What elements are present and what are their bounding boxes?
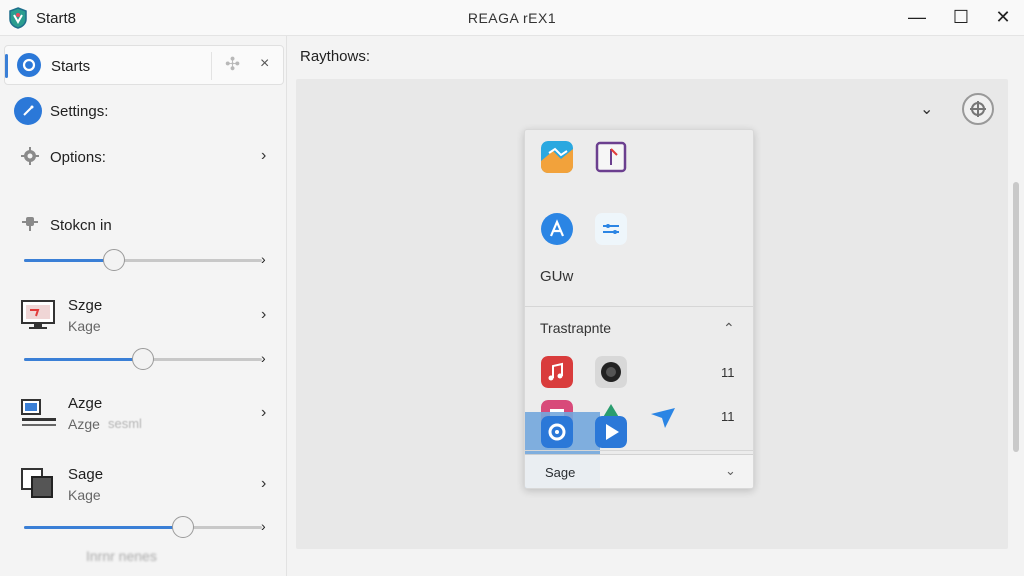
device-title: Azge	[68, 395, 103, 412]
music-app-icon[interactable]	[541, 356, 573, 388]
dropdown-label: Sage	[545, 465, 576, 480]
vertical-scrollbar[interactable]	[1013, 182, 1019, 452]
calendar-app-icon[interactable]	[595, 141, 627, 173]
device-subtitle: Azge	[68, 416, 100, 432]
slider-thumb[interactable]	[132, 348, 154, 370]
maximize-icon: ☐	[952, 6, 970, 27]
sidebar-item-settings[interactable]: Settings:	[0, 95, 287, 127]
play-app-icon[interactable]	[595, 416, 627, 448]
slider-2[interactable]	[24, 348, 262, 370]
chevron-right-icon: ›	[261, 306, 267, 323]
slider-arrow-icon: ›	[261, 518, 266, 534]
slider-3[interactable]	[24, 516, 262, 538]
slider-thumb[interactable]	[103, 249, 126, 271]
chevron-right-icon: ›	[261, 404, 267, 421]
options-label: Options:	[50, 149, 106, 166]
slider-arrow-icon: ›	[261, 251, 266, 267]
stokcn-label: Stokcn in	[50, 217, 112, 234]
app-popup-panel: GUw Trastrapnte ⌃ 11 11 Sage ⌄	[524, 129, 754, 489]
send-app-icon[interactable]	[647, 400, 679, 432]
settings-wand-icon	[14, 97, 42, 125]
crosshair-target-icon[interactable]	[962, 93, 994, 125]
maximize-button[interactable]: ☐	[940, 0, 982, 34]
monitor-keyboard-icon	[21, 399, 56, 426]
tab-divider	[211, 52, 212, 80]
monitor-alert-icon	[21, 300, 55, 329]
chevron-up-icon[interactable]: ⌃	[723, 320, 735, 337]
popup-section-title: Trastrapnte	[540, 320, 612, 336]
popup-divider	[525, 450, 753, 451]
device-subtitle: Kage	[68, 487, 101, 503]
device-subtitle: Kage	[68, 318, 101, 334]
window-stack-icon	[21, 468, 53, 498]
popup-group-label: GUw	[540, 268, 574, 285]
device-item-3[interactable]: Sage Kage ›	[0, 461, 287, 507]
device-title: Szge	[68, 297, 103, 314]
main-heading: Raythows:	[300, 48, 371, 65]
close-icon: ✕	[995, 6, 1011, 27]
slider-fill	[24, 358, 143, 361]
minimize-icon: —	[908, 6, 926, 27]
chevron-right-icon: ›	[261, 147, 267, 164]
user-circle-icon	[17, 53, 41, 77]
chevron-down-icon[interactable]: ⌄	[920, 99, 933, 119]
slider-thumb[interactable]	[172, 516, 195, 538]
slider-1[interactable]	[24, 249, 262, 271]
sidebar: Starts ✣ × Settings: Options: › Stokcn i…	[0, 36, 287, 576]
chevron-right-icon: ›	[261, 475, 267, 492]
camera-app-icon[interactable]	[595, 356, 627, 388]
sidebar-footer: Inrnr nenes	[86, 548, 157, 564]
close-button[interactable]: ✕	[982, 0, 1024, 34]
pin-icon[interactable]: ✣	[225, 54, 240, 75]
title-bar: Start8 REAGA rEX1 — ☐ ✕	[0, 0, 1024, 36]
tab-starts[interactable]: Starts ✣ ×	[4, 45, 284, 85]
minimize-button[interactable]: —	[896, 0, 938, 34]
window-center-title: REAGA rEX1	[467, 10, 557, 26]
popup-dropdown[interactable]: Sage ⌄	[525, 454, 753, 488]
device-item-2[interactable]: Azge Azge sesml ›	[0, 390, 287, 436]
slider-fill	[24, 259, 115, 262]
gear-icon	[21, 147, 39, 165]
maps-app-icon[interactable]	[541, 141, 573, 173]
plug-icon	[22, 217, 38, 231]
sidebar-item-stokcn[interactable]: Stokcn in	[0, 209, 287, 239]
app-store-icon[interactable]	[541, 213, 573, 245]
device-faded-text: sesml	[108, 416, 142, 431]
tab-close-icon[interactable]: ×	[260, 55, 269, 73]
tab-label: Starts	[51, 58, 91, 75]
settings-label: Settings:	[50, 103, 109, 120]
slider-arrow-icon: ›	[261, 350, 266, 366]
device-item-1[interactable]: Szge Kage ›	[0, 292, 287, 338]
sidebar-item-options[interactable]: Options: ›	[0, 141, 287, 171]
sliders-app-icon[interactable]	[595, 213, 627, 245]
settings-gear-app-icon[interactable]	[541, 416, 573, 448]
chevron-down-icon: ⌄	[725, 463, 736, 478]
active-tab-indicator	[5, 54, 8, 78]
popup-count-1: 11	[721, 365, 735, 380]
device-title: Sage	[68, 466, 104, 483]
popup-count-2: 11	[721, 409, 735, 424]
popup-divider	[525, 306, 753, 307]
slider-fill	[24, 526, 184, 529]
